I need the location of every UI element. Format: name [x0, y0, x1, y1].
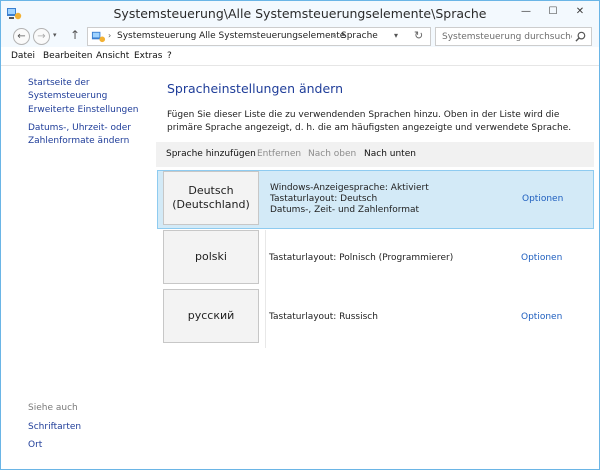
address-row: ← → ▾ ↑ › Systemsteuerung › Alle Systems…	[1, 26, 599, 47]
language-detail: Windows-Anzeigesprache: Aktiviert	[270, 183, 429, 193]
language-details: Tastaturlayout: Polnisch (Programmierer)	[269, 253, 453, 264]
language-region: (Deutschland)	[172, 198, 250, 211]
options-link[interactable]: Optionen	[521, 312, 562, 322]
add-language-button[interactable]: Sprache hinzufügen	[166, 149, 256, 159]
control-panel-icon	[91, 31, 106, 43]
move-down-button[interactable]: Nach unten	[364, 149, 416, 159]
search-input[interactable]	[442, 30, 572, 43]
options-link[interactable]: Optionen	[521, 253, 562, 263]
up-button[interactable]: ↑	[70, 28, 80, 42]
maximize-button[interactable]: ☐	[540, 2, 566, 21]
sidebar-link-advanced[interactable]: Erweiterte Einstellungen	[28, 104, 158, 117]
language-detail: Datums-, Zeit- und Zahlenformat	[270, 205, 420, 215]
page-description: Fügen Sie dieser Liste die zu verwendend…	[167, 110, 572, 133]
menu-bar: Datei Bearbeiten Ansicht Extras ?	[1, 47, 599, 66]
language-detail: Tastaturlayout: Russisch	[269, 312, 378, 322]
language-tile[interactable]: polski	[163, 230, 259, 284]
breadcrumb-item[interactable]: Systemsteuerung	[117, 31, 196, 41]
title-bar: Systemsteuerung\Alle Systemsteuerungsele…	[1, 1, 599, 26]
breadcrumb-item[interactable]: Sprache	[341, 31, 378, 41]
forward-button[interactable]: →	[33, 28, 50, 45]
breadcrumb-separator-icon[interactable]: ›	[108, 31, 111, 40]
refresh-icon[interactable]: ↻	[414, 29, 423, 42]
language-name: Deutsch	[188, 184, 234, 197]
forward-arrow-icon: →	[37, 31, 46, 42]
page-title: Spracheinstellungen ändern	[167, 81, 344, 96]
breadcrumb-separator-icon[interactable]: ›	[190, 31, 193, 40]
language-tile[interactable]: Deutsch (Deutschland)	[163, 171, 259, 225]
options-link[interactable]: Optionen	[522, 194, 563, 204]
sidebar-link-fonts[interactable]: Schriftarten	[28, 421, 81, 434]
search-icon[interactable]	[575, 31, 586, 42]
menu-help[interactable]: ?	[167, 51, 172, 61]
language-name: polski	[195, 250, 227, 263]
breadcrumb-item[interactable]: Alle Systemsteuerungselemente	[199, 31, 345, 41]
language-details: Windows-Anzeigesprache: Aktiviert Tastat…	[270, 183, 429, 216]
language-details: Tastaturlayout: Russisch	[269, 312, 378, 323]
move-up-button[interactable]: Nach oben	[308, 149, 356, 159]
window-title: Systemsteuerung\Alle Systemsteuerungsele…	[113, 6, 487, 21]
remove-button[interactable]: Entfernen	[257, 149, 301, 159]
back-button[interactable]: ←	[13, 28, 30, 45]
back-arrow-icon: ←	[17, 31, 26, 42]
up-arrow-icon: ↑	[70, 28, 81, 42]
language-detail: Tastaturlayout: Polnisch (Programmierer)	[269, 253, 454, 263]
address-dropdown-icon[interactable]: ▾	[394, 31, 398, 40]
breadcrumb-separator-icon[interactable]: ›	[332, 31, 335, 40]
language-detail: Tastaturlayout: Deutsch	[270, 194, 378, 204]
minimize-button[interactable]: —	[513, 2, 539, 21]
language-toolbar: Sprache hinzufügen Entfernen Nach oben N…	[156, 142, 594, 167]
language-row[interactable]: polski Tastaturlayout: Polnisch (Program…	[157, 229, 594, 288]
sidebar-link-formats[interactable]: Datums-, Uhrzeit- oder Zahlenformate änd…	[28, 122, 140, 148]
menu-datei[interactable]: Datei	[11, 51, 35, 61]
menu-ansicht[interactable]: Ansicht	[96, 51, 129, 61]
language-row[interactable]: Deutsch (Deutschland) Windows-Anzeigespr…	[157, 170, 594, 229]
see-also-heading: Siehe auch	[28, 403, 78, 413]
sidebar-link-region[interactable]: Ort	[28, 439, 42, 452]
recent-locations-dropdown[interactable]: ▾	[53, 31, 57, 39]
language-row[interactable]: русский Tastaturlayout: Russisch Optione…	[157, 288, 594, 347]
sidebar-link-home[interactable]: Startseite der Systemsteuerung	[28, 77, 158, 103]
language-tile[interactable]: русский	[163, 289, 259, 343]
menu-extras[interactable]: Extras	[134, 51, 162, 61]
control-panel-window: Systemsteuerung\Alle Systemsteuerungsele…	[0, 0, 600, 470]
address-bar[interactable]: › Systemsteuerung › Alle Systemsteuerung…	[87, 27, 431, 46]
search-box[interactable]	[435, 27, 592, 46]
close-button[interactable]: ✕	[567, 2, 593, 21]
menu-bearbeiten[interactable]: Bearbeiten	[43, 51, 92, 61]
language-name: русский	[187, 309, 235, 322]
